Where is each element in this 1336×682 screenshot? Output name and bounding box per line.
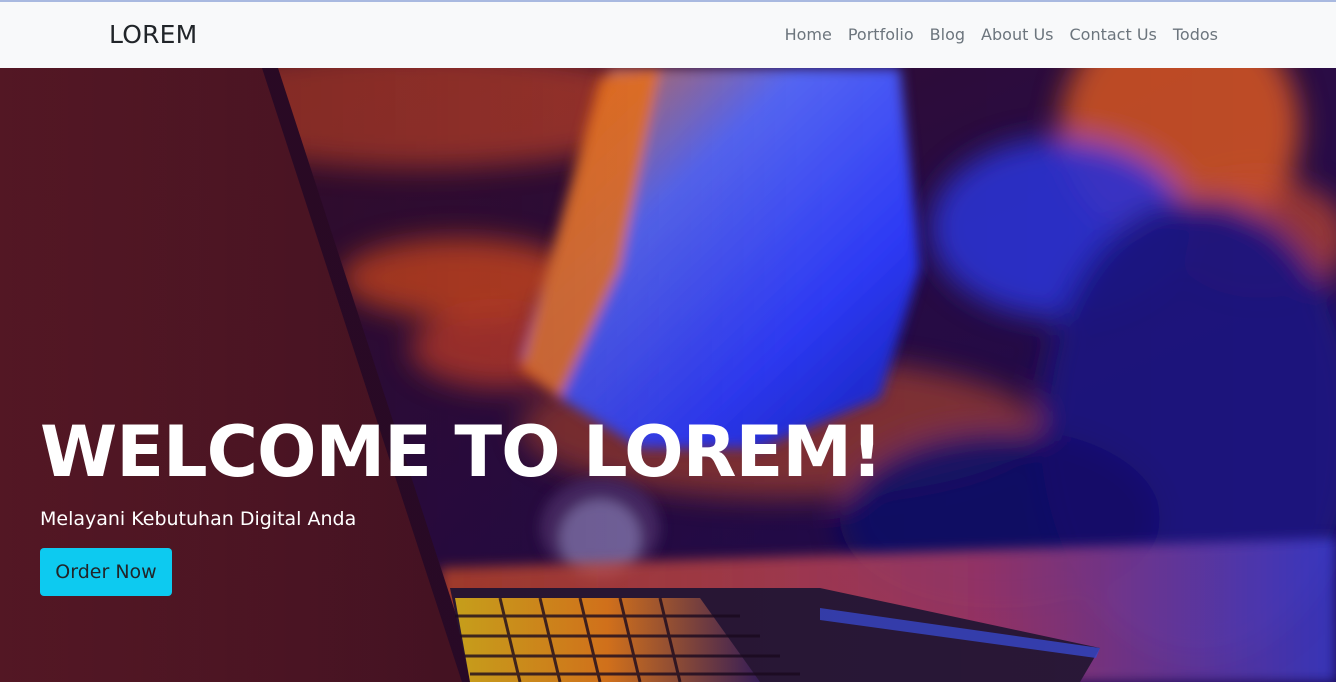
brand-logo[interactable]: LOREM <box>109 20 197 49</box>
nav-item-about-us[interactable]: About Us <box>973 25 1061 45</box>
nav-links: Home Portfolio Blog About Us Contact Us … <box>777 25 1218 45</box>
nav-item-todos[interactable]: Todos <box>1165 25 1218 45</box>
navbar: LOREM Home Portfolio Blog About Us Conta… <box>0 2 1336 68</box>
hero-subtitle: Melayani Kebutuhan Digital Anda <box>40 508 357 530</box>
hero-section: WELCOME TO LOREM! Melayani Kebutuhan Dig… <box>0 68 1336 682</box>
nav-item-blog[interactable]: Blog <box>922 25 973 45</box>
hero-title: WELCOME TO LOREM! <box>40 411 883 493</box>
hero-overlay <box>0 68 1336 682</box>
nav-item-portfolio[interactable]: Portfolio <box>840 25 922 45</box>
nav-item-contact-us[interactable]: Contact Us <box>1061 25 1164 45</box>
order-now-button[interactable]: Order Now <box>40 548 172 596</box>
nav-item-home[interactable]: Home <box>777 25 840 45</box>
